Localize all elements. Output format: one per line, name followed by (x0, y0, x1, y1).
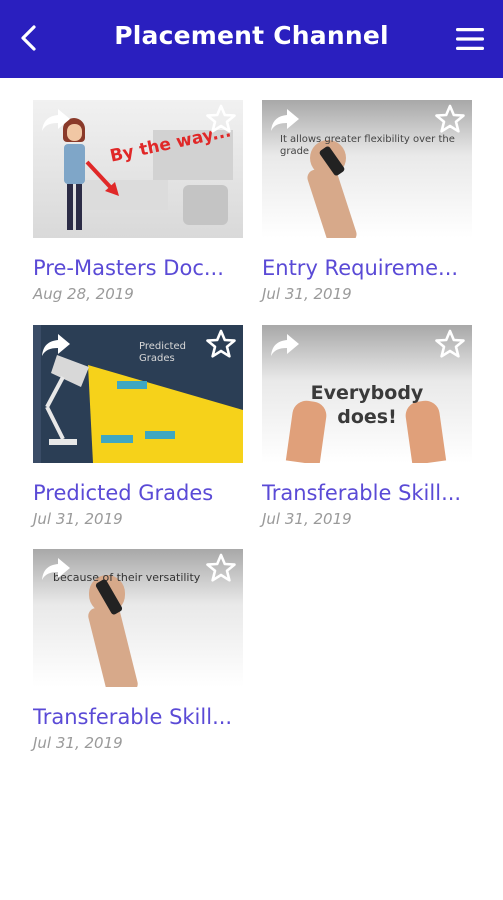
video-card[interactable]: Everybody does! Transferable Skill... Ju… (262, 325, 472, 528)
hamburger-menu-icon[interactable] (454, 26, 486, 52)
share-icon[interactable] (268, 331, 302, 359)
video-date: Jul 31, 2019 (262, 285, 352, 303)
star-icon[interactable] (435, 329, 465, 359)
video-title[interactable]: Pre-Masters Doc... (33, 256, 258, 280)
video-thumbnail[interactable]: It allows greater flexibility over the g… (262, 100, 472, 238)
star-icon[interactable] (206, 553, 236, 583)
person-leg (67, 184, 73, 230)
video-title[interactable]: Entry Requireme... (262, 256, 487, 280)
thumbnail-caption: Predicted Grades (139, 341, 186, 364)
video-card[interactable]: By the way... Pre-Masters Doc... Aug 28,… (33, 100, 243, 303)
desk-lamp-icon (45, 355, 89, 445)
star-icon[interactable] (435, 104, 465, 134)
video-thumbnail[interactable]: By the way... (33, 100, 243, 238)
share-icon[interactable] (39, 331, 73, 359)
star-icon[interactable] (206, 329, 236, 359)
video-thumbnail[interactable]: Predicted Grades (33, 325, 243, 463)
chair-shape (183, 185, 228, 225)
thumbnail-caption: because of their versatility (53, 571, 201, 584)
page-title: Placement Channel (114, 21, 389, 50)
person-leg (76, 184, 82, 230)
small-sign (117, 381, 147, 389)
thumbnail-caption: Everybody does! (310, 382, 424, 428)
share-icon[interactable] (39, 555, 73, 583)
video-card[interactable]: because of their versatility Transferabl… (33, 549, 243, 752)
share-icon[interactable] (268, 106, 302, 134)
video-title[interactable]: Transferable Skill... (262, 481, 487, 505)
share-icon[interactable] (39, 106, 73, 134)
arm-shape (86, 602, 140, 687)
video-date: Jul 31, 2019 (33, 734, 123, 752)
thumbnail-caption: It allows greater flexibility over the g… (280, 134, 455, 157)
video-date: Jul 31, 2019 (262, 510, 352, 528)
small-sign (101, 435, 133, 443)
video-thumbnail[interactable]: Everybody does! (262, 325, 472, 463)
person-body (64, 144, 85, 184)
star-icon[interactable] (206, 104, 236, 134)
video-thumbnail[interactable]: because of their versatility (33, 549, 243, 687)
video-title[interactable]: Transferable Skill... (33, 705, 258, 729)
app-bar: Placement Channel (0, 0, 503, 78)
video-card[interactable]: It allows greater flexibility over the g… (262, 100, 472, 303)
arm-shape (305, 163, 359, 238)
small-sign (145, 431, 175, 439)
video-date: Aug 28, 2019 (33, 285, 134, 303)
video-title[interactable]: Predicted Grades (33, 481, 258, 505)
video-card[interactable]: Predicted Grades Predicted Grades Jul 31… (33, 325, 243, 528)
video-date: Jul 31, 2019 (33, 510, 123, 528)
